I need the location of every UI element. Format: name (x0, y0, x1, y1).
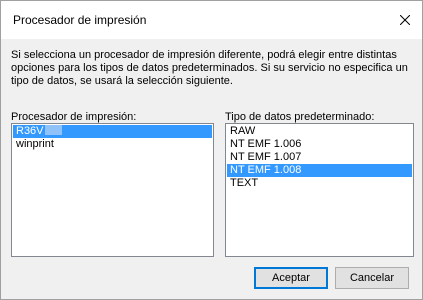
cancel-button[interactable]: Cancelar (335, 267, 409, 289)
close-icon (400, 15, 410, 25)
window-title: Procesador de impresión (13, 13, 147, 27)
redacted-block (44, 125, 62, 135)
datatype-item-text[interactable]: TEXT (227, 177, 412, 190)
datatype-item-label: NT EMF 1.006 (230, 138, 302, 150)
processor-listbox[interactable]: R36V winprint (11, 123, 214, 257)
processor-item-winprint[interactable]: winprint (13, 138, 212, 151)
processor-item-label: R36V (16, 125, 44, 137)
print-processor-dialog: Procesador de impresión Si selecciona un… (0, 0, 423, 300)
datatype-item-emf-1008[interactable]: NT EMF 1.008 (227, 164, 412, 177)
datatype-item-raw[interactable]: RAW (227, 125, 412, 138)
dialog-content: Si selecciona un procesador de impresión… (1, 39, 422, 299)
processor-item-label: winprint (16, 138, 54, 150)
ok-button[interactable]: Aceptar (254, 267, 328, 289)
close-button[interactable] (388, 1, 422, 39)
datatype-item-label: TEXT (230, 177, 259, 189)
datatype-item-label: NT EMF 1.007 (230, 151, 302, 163)
datatype-item-label: RAW (230, 125, 256, 137)
datatype-item-emf-1007[interactable]: NT EMF 1.007 (227, 151, 412, 164)
processor-list-label: Procesador de impresión: (11, 111, 137, 123)
title-bar: Procesador de impresión (1, 1, 422, 39)
processor-item-r36v[interactable]: R36V (13, 125, 212, 138)
datatype-item-label: NT EMF 1.008 (230, 164, 302, 176)
datatype-listbox[interactable]: RAW NT EMF 1.006 NT EMF 1.007 NT EMF 1.0… (225, 123, 414, 257)
description-text: Si selecciona un procesador de impresión… (11, 49, 408, 87)
datatype-item-emf-1006[interactable]: NT EMF 1.006 (227, 138, 412, 151)
datatype-list-label: Tipo de datos predeterminado: (225, 111, 375, 123)
